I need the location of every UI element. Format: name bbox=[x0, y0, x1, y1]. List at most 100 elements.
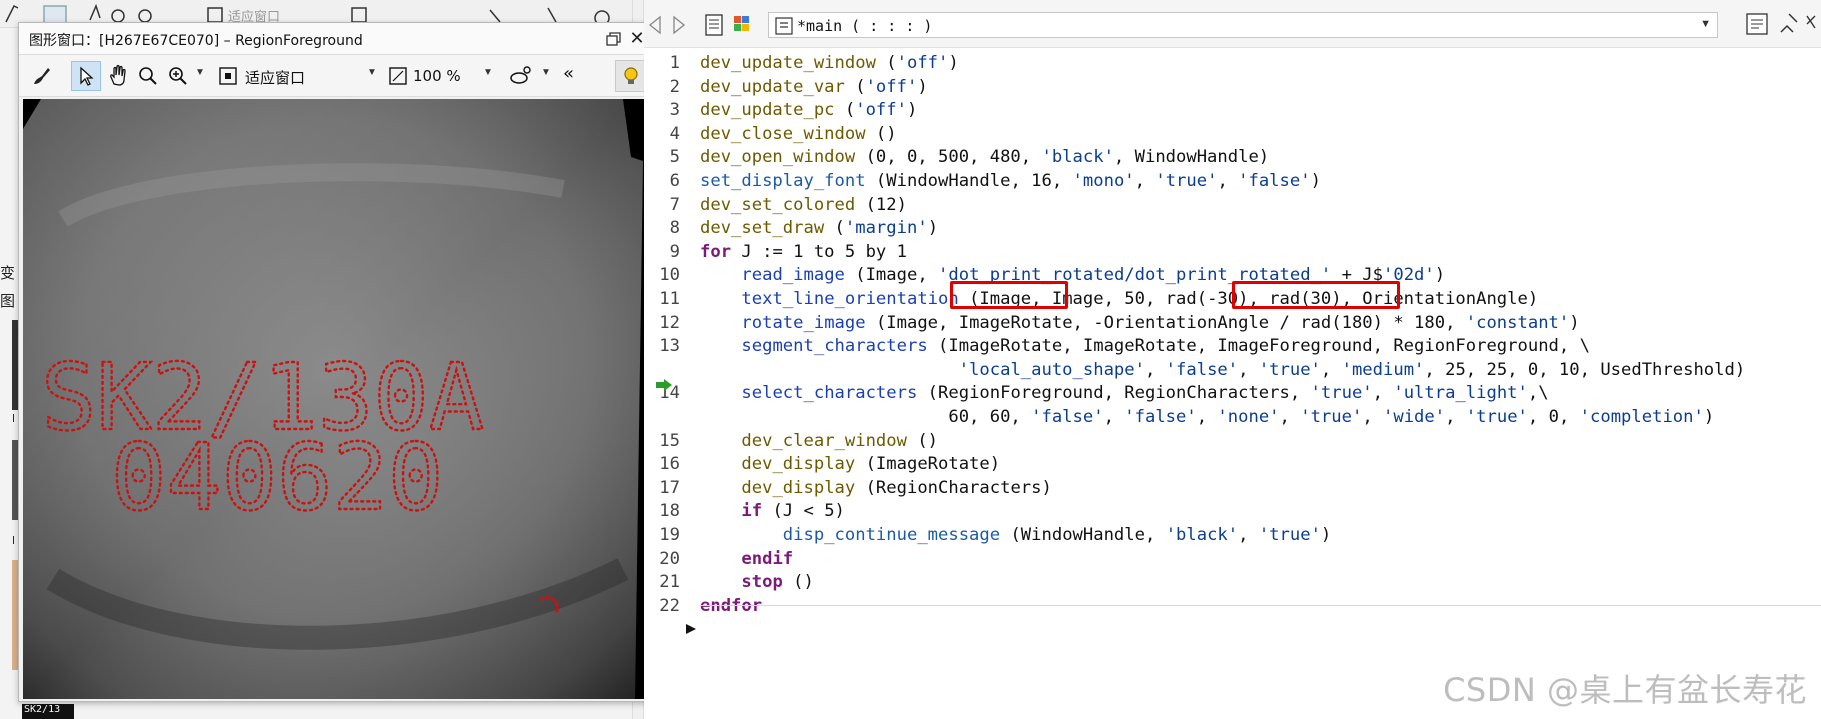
code-token: set_display_font bbox=[700, 171, 866, 191]
procedure-save-icon[interactable] bbox=[1746, 13, 1768, 35]
line-number[interactable]: 10 bbox=[648, 264, 680, 288]
code-line[interactable]: 12 rotate_image (Image, ImageRotate, -Or… bbox=[644, 312, 1821, 336]
code-line[interactable]: 6 set_display_font (WindowHandle, 16, 'mo… bbox=[644, 170, 1821, 194]
line-number[interactable]: 19 bbox=[648, 524, 680, 548]
code-line[interactable]: 21 stop () bbox=[644, 571, 1821, 595]
code-token: ) bbox=[1569, 312, 1580, 333]
code-text: dev_display (RegionCharacters) bbox=[700, 477, 1051, 501]
code-token: () bbox=[782, 572, 814, 593]
code-line[interactable]: 7 dev_set_colored (12) bbox=[644, 194, 1821, 218]
code-line[interactable]: 17 dev_display (RegionCharacters) bbox=[644, 477, 1821, 501]
line-number[interactable]: 7 bbox=[648, 194, 680, 218]
grid-icon[interactable] bbox=[734, 16, 749, 31]
fit-window-icon[interactable] bbox=[213, 61, 243, 91]
magnifier-icon[interactable] bbox=[133, 61, 163, 91]
code-line[interactable]: 15 dev_clear_window () bbox=[644, 430, 1821, 454]
code-line[interactable]: 1 dev_update_window ('off') bbox=[644, 52, 1821, 76]
code-line[interactable]: 4 dev_close_window () bbox=[644, 123, 1821, 147]
more-icon[interactable] bbox=[1806, 15, 1816, 29]
code-line[interactable]: 5 dev_open_window (0, 0, 500, 480, 'black… bbox=[644, 146, 1821, 170]
line-number[interactable]: 21 bbox=[648, 571, 680, 595]
line-number[interactable]: 11 bbox=[648, 288, 680, 312]
draw-shape-icon[interactable] bbox=[507, 61, 537, 91]
line-number[interactable]: 4 bbox=[648, 123, 680, 147]
line-number[interactable]: 22 bbox=[648, 595, 680, 619]
code-line[interactable]: 22 endfor bbox=[644, 595, 1821, 619]
line-number[interactable]: 3 bbox=[648, 99, 680, 123]
forward-icon[interactable] bbox=[673, 15, 686, 35]
collapse-toolbar-icon[interactable]: « bbox=[563, 63, 574, 84]
lightbulb-icon[interactable] bbox=[615, 60, 647, 92]
code-token: disp_continue_message bbox=[782, 525, 1001, 545]
code-line[interactable]: 60, 60, 'false', 'false', 'none', 'true'… bbox=[644, 406, 1821, 430]
fit-window-label[interactable]: 适应窗口 bbox=[245, 67, 305, 88]
code-token: (Image, ImageRotate, -OrientationAngle /… bbox=[865, 312, 1466, 333]
code-token: 'true' bbox=[1258, 525, 1321, 545]
line-number[interactable]: 6 bbox=[648, 170, 680, 194]
code-token: 'off' bbox=[896, 53, 949, 73]
line-number[interactable]: 18 bbox=[648, 500, 680, 524]
code-line[interactable]: 10 read_image (Image, 'dot_print_rotated… bbox=[644, 264, 1821, 288]
code-line[interactable]: 'local_auto_shape', 'false', 'true', 'me… bbox=[644, 359, 1821, 383]
zoom-percent-label[interactable]: 100 % bbox=[413, 67, 461, 85]
code-token: , bbox=[1445, 407, 1466, 427]
code-token: , WindowHandle) bbox=[1113, 147, 1270, 168]
fit-window-dropdown-icon[interactable]: ▼ bbox=[367, 67, 377, 78]
code-text: text_line_orientation (Image, Image, 50,… bbox=[700, 288, 1538, 312]
code-token: (Image, Image, 50, rad(-30), rad(30), Or… bbox=[958, 289, 1539, 309]
line-number[interactable]: 5 bbox=[648, 146, 680, 170]
code-token: , 25, 25, 0, 10, UsedThreshold) bbox=[1424, 359, 1746, 380]
code-token: 'true' bbox=[1310, 383, 1373, 404]
code-text: rotate_image (Image, ImageRotate, -Orien… bbox=[700, 312, 1580, 336]
graphics-canvas[interactable]: SK2/130A 040620 bbox=[23, 99, 651, 699]
zoom-percent-dropdown-icon[interactable]: ▼ bbox=[483, 67, 493, 78]
code-token: , bbox=[1238, 359, 1259, 380]
code-line[interactable]: 11 text_line_orientation (Image, Image, … bbox=[644, 288, 1821, 312]
line-number[interactable]: 16 bbox=[648, 453, 680, 477]
line-number[interactable]: 17 bbox=[648, 477, 680, 501]
chevron-down-icon[interactable]: ▼ bbox=[1700, 18, 1711, 30]
line-number[interactable]: 13 bbox=[648, 335, 680, 359]
procedure-edit-icon[interactable] bbox=[1780, 13, 1798, 33]
code-line[interactable]: 3 dev_update_pc ('off') bbox=[644, 99, 1821, 123]
pointer-tool-icon[interactable] bbox=[71, 61, 101, 91]
zoom-in-icon[interactable] bbox=[163, 61, 193, 91]
line-number[interactable]: 1 bbox=[648, 52, 680, 76]
line-number[interactable]: 8 bbox=[648, 217, 680, 241]
code-line[interactable]: 9 for J := 1 to 5 by 1 bbox=[644, 241, 1821, 265]
code-text: dev_close_window () bbox=[700, 123, 897, 147]
line-number[interactable]: 15 bbox=[648, 430, 680, 454]
code-token: 'false' bbox=[1165, 359, 1239, 380]
code-token: (J < 5) bbox=[762, 501, 845, 522]
graphics-window[interactable]: 图形窗口：[H267E67CE070] – RegionForeground ✕ bbox=[18, 22, 656, 702]
draw-shape-dropdown-icon[interactable]: ▼ bbox=[541, 67, 551, 78]
insertion-cursor-icon bbox=[686, 624, 696, 634]
code-line[interactable]: 18 if (J < 5) bbox=[644, 500, 1821, 524]
hand-tool-icon[interactable] bbox=[103, 61, 133, 91]
back-icon[interactable] bbox=[648, 15, 661, 35]
line-number[interactable]: 20 bbox=[648, 548, 680, 572]
code-line[interactable]: 2 dev_update_var ('off') bbox=[644, 76, 1821, 100]
code-line[interactable]: 19 disp_continue_message (WindowHandle, … bbox=[644, 524, 1821, 548]
zoom-in-dropdown-icon[interactable]: ▼ bbox=[195, 67, 205, 78]
code-token: 'wide' bbox=[1383, 407, 1446, 427]
line-number[interactable]: 2 bbox=[648, 76, 680, 100]
code-line[interactable]: 8 dev_set_draw ('margin') bbox=[644, 217, 1821, 241]
line-number[interactable]: 12 bbox=[648, 312, 680, 336]
procedure-select[interactable]: *main ( : : : ) ▼ bbox=[768, 12, 1718, 38]
line-number[interactable]: 9 bbox=[648, 241, 680, 265]
graphics-window-titlebar[interactable]: 图形窗口：[H267E67CE070] – RegionForeground ✕ bbox=[19, 23, 655, 55]
code-area[interactable]: 1 dev_update_window ('off') 2 dev_update_va… bbox=[644, 48, 1821, 719]
code-line[interactable]: 13 segment_characters (ImageRotate, Imag… bbox=[644, 335, 1821, 359]
code-line[interactable]: 14 select_characters (RegionForeground, … bbox=[644, 382, 1821, 406]
code-editor: *main ( : : : ) ▼ 1 dev_update_window ('o… bbox=[644, 0, 1821, 719]
code-line[interactable]: 16 dev_display (ImageRotate) bbox=[644, 453, 1821, 477]
restore-icon[interactable] bbox=[603, 29, 623, 49]
clipboard-icon[interactable] bbox=[705, 14, 723, 36]
clear-brush-icon[interactable] bbox=[27, 61, 57, 91]
code-token: dev_update_pc bbox=[700, 100, 835, 121]
code-line[interactable]: 20 endif bbox=[644, 548, 1821, 572]
